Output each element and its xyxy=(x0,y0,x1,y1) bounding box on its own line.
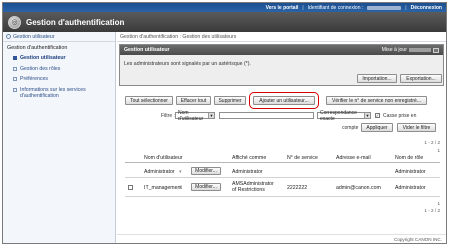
sidebar-item-preferences[interactable]: Préférences xyxy=(3,74,115,85)
clear-filter-button[interactable]: Vider le filtre xyxy=(397,123,436,132)
sidebar-item-label: Gestion utilisateur xyxy=(20,55,66,61)
refresh-button[interactable] xyxy=(433,47,439,53)
separator: | xyxy=(302,4,304,11)
cell-email: admin@canon.com xyxy=(336,185,381,191)
export-button[interactable]: Exportation... xyxy=(400,74,442,83)
modify-button[interactable]: Modifier... xyxy=(191,183,221,191)
bullet-icon xyxy=(13,56,17,60)
sort-icon: ▾ xyxy=(179,185,182,191)
sidebar-section-title: Gestion d'authentification xyxy=(7,45,68,51)
sidebar-item-user-management[interactable]: Gestion utilisateur xyxy=(3,53,115,64)
match-mode-select[interactable]: Correspondance exacte ▼ xyxy=(317,109,371,122)
portal-link[interactable]: Vers le portail xyxy=(266,5,299,11)
filter-label: Filtre : xyxy=(161,113,175,119)
filter-field-select[interactable]: Nom d'utilisateur ▼ xyxy=(175,110,215,122)
footer: Copyright CANON INC. xyxy=(117,234,446,243)
modify-button[interactable]: Modifier... xyxy=(191,167,221,175)
page-title: Gestion d'authentification xyxy=(26,17,125,27)
cell-role: Administrator xyxy=(395,185,426,191)
table-row: Administrator ▾ Modifier... Administrato… xyxy=(125,165,440,178)
panel-header: Gestion utilisateur Mise à jour xyxy=(120,45,443,55)
chevron-down-icon: ▼ xyxy=(208,113,214,118)
import-button[interactable]: Importation... xyxy=(357,74,397,83)
sidebar-item-label: Gestion des rôles xyxy=(20,65,61,72)
main-content: Gestion d'authentification : Gestion des… xyxy=(117,32,446,243)
filter-text-input[interactable] xyxy=(219,112,314,119)
cell-display-name-line2: of Restrictions xyxy=(232,187,265,193)
select-all-button[interactable]: Tout sélectionner xyxy=(125,96,173,105)
cell-role: Administrator xyxy=(395,169,426,175)
table-header: Nom d'utilisateur Affiché comme N° de se… xyxy=(125,153,440,163)
pager-range: 1 - 2 / 2 xyxy=(424,140,440,145)
breadcrumb: Gestion d'authentification : Gestion des… xyxy=(117,32,446,42)
delete-button[interactable]: Supprimer xyxy=(214,96,246,105)
column-header-role[interactable]: Nom de rôle xyxy=(395,155,423,161)
case-sensitive-checkbox[interactable]: ✓ xyxy=(375,113,380,118)
bullet-icon xyxy=(13,66,17,71)
sidebar-item-role-management[interactable]: Gestion des rôles xyxy=(3,64,115,75)
pager-range-bottom: 1 - 2 / 2 xyxy=(424,208,440,213)
match-mode-value: Correspondance exacte xyxy=(320,109,357,122)
app-window: Vers le portail | Identifiant de connexi… xyxy=(2,2,447,244)
sidebar-item-label: Préférences xyxy=(20,76,48,82)
sidebar-top-label: Gestion utilisateur xyxy=(13,33,55,40)
cell-display-name: Administrator xyxy=(232,169,263,175)
add-user-button[interactable]: Ajouter un utilisateur... xyxy=(253,96,315,105)
sidebar-item-auth-services-info[interactable]: Informations sur les services d'authenti… xyxy=(3,85,115,102)
admin-note: Les administrateurs sont signalés par un… xyxy=(124,61,251,67)
back-icon xyxy=(6,34,11,39)
column-header-service-number[interactable]: N° de service xyxy=(287,155,318,161)
auth-logo-icon: ◎ xyxy=(8,15,21,29)
update-time-redacted xyxy=(409,48,431,52)
case-sensitive-label-2: compte xyxy=(342,125,359,131)
top-bar: Vers le portail | Identifiant de connexi… xyxy=(3,3,446,12)
login-id-label: Identifiant de connexion : xyxy=(307,4,364,11)
row-select-checkbox[interactable] xyxy=(128,185,133,190)
cell-service-number: 2222222 xyxy=(287,185,308,191)
chevron-down-icon: ▼ xyxy=(364,113,370,118)
column-header-email[interactable]: Adresse e-mail xyxy=(336,155,371,161)
separator: | xyxy=(405,4,407,11)
verify-service-button[interactable]: Vérifier le n° de service non enregistré… xyxy=(326,96,427,105)
case-sensitive-label: Casse prise en xyxy=(383,113,417,119)
column-header-username[interactable]: Nom d'utilisateur xyxy=(144,155,182,161)
app-header: ◎ Gestion d'authentification xyxy=(3,12,446,32)
update-label: Mise à jour xyxy=(381,47,407,53)
cell-username: Administrator xyxy=(144,169,175,175)
pager-page-bottom[interactable]: 1 xyxy=(437,201,440,206)
sidebar: Gestion utilisateur Gestion d'authentifi… xyxy=(3,32,116,243)
column-header-display-name[interactable]: Affiché comme xyxy=(232,155,266,161)
login-id-redacted xyxy=(367,5,402,10)
clear-all-button[interactable]: Effacer tout xyxy=(176,96,211,105)
apply-filter-button[interactable]: Appliquer xyxy=(361,123,393,132)
sidebar-top-link[interactable]: Gestion utilisateur xyxy=(3,32,115,42)
panel-title: Gestion utilisateur xyxy=(124,47,170,53)
user-management-panel: Gestion utilisateur Mise à jour Les admi… xyxy=(119,44,444,86)
update-info: Mise à jour xyxy=(382,47,439,53)
logout-link[interactable]: Déconnexion xyxy=(411,5,442,11)
cell-username: IT_management xyxy=(144,185,182,191)
table-row: IT_management ▾ Modifier... AMSAdministr… xyxy=(125,179,440,197)
bullet-icon xyxy=(13,87,17,92)
bullet-icon xyxy=(13,77,17,81)
sidebar-item-label: Informations sur les services d'authenti… xyxy=(20,86,86,100)
sort-icon: ▾ xyxy=(179,169,182,175)
